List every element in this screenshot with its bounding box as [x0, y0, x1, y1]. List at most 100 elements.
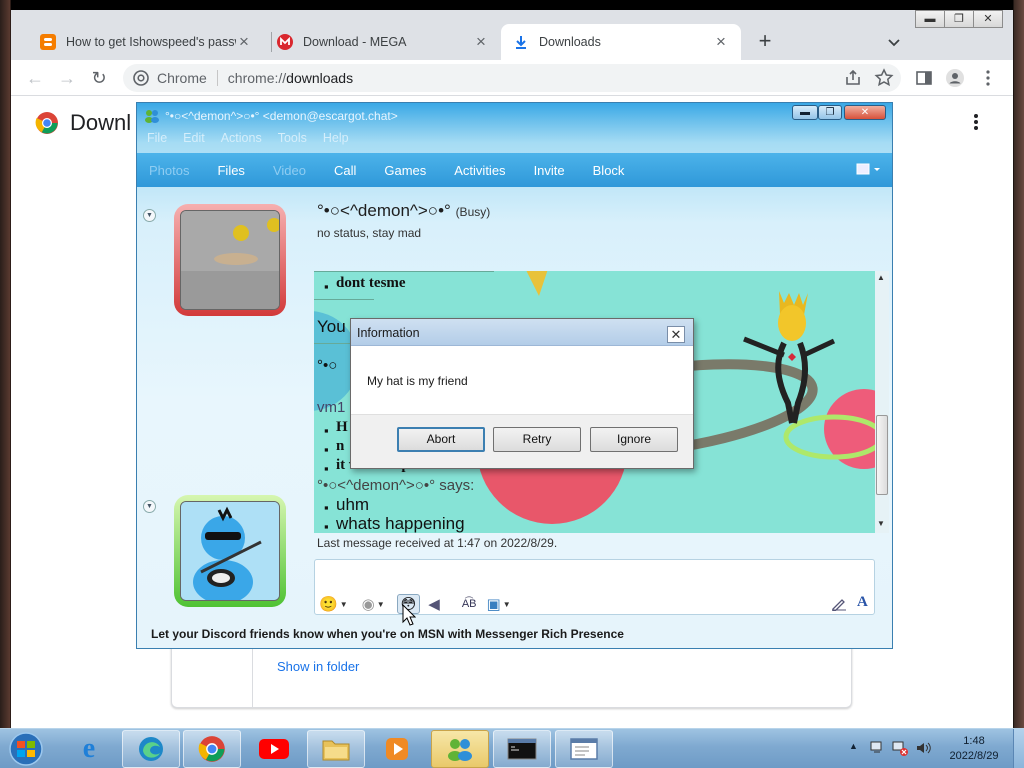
maximize-button[interactable]: ❐: [818, 105, 842, 120]
tab-close-icon[interactable]: ×: [473, 33, 489, 50]
conversation-scrollbar[interactable]: ▲ ▼: [875, 271, 889, 533]
abort-button[interactable]: Abort: [397, 427, 485, 452]
retry-button[interactable]: Retry: [493, 427, 581, 452]
menu-help[interactable]: Help: [323, 131, 349, 153]
taskbar-media-player[interactable]: [368, 730, 426, 768]
menu-edit[interactable]: Edit: [183, 131, 205, 153]
font-icon[interactable]: A: [857, 594, 868, 611]
url-text: chrome://downloads: [227, 70, 354, 86]
wink-picker[interactable]: ◉ ▼: [362, 594, 385, 614]
clock[interactable]: 1:48 2022/8/29: [938, 734, 1010, 764]
message-separator: [314, 299, 374, 300]
toolbar-block[interactable]: Block: [593, 163, 625, 178]
message-sender: °•○: [317, 357, 338, 374]
chrome-logo-icon: [35, 112, 58, 134]
show-in-folder-link[interactable]: Show in folder: [277, 659, 359, 674]
contact-name: °•○<^demon^>○•° (Busy): [317, 201, 491, 220]
contact-avatar[interactable]: [174, 204, 286, 316]
scroll-down-icon[interactable]: ▼: [877, 519, 885, 528]
action-center-icon[interactable]: [869, 740, 887, 756]
menu-tools[interactable]: Tools: [278, 131, 307, 153]
toolbar-call[interactable]: Call: [334, 163, 356, 178]
side-panel-icon[interactable]: [914, 68, 934, 88]
taskbar-explorer[interactable]: [307, 730, 365, 768]
scrollbar-thumb[interactable]: [876, 415, 888, 495]
toolbar-activities[interactable]: Activities: [454, 163, 505, 178]
my-avatar[interactable]: [174, 495, 286, 607]
close-button[interactable]: ✕: [844, 105, 886, 120]
spellcheck-button[interactable]: A͡B: [462, 594, 477, 614]
contact-avatar-image: [180, 210, 280, 310]
contact-presence: (Busy): [455, 205, 491, 219]
emoticon-picker[interactable]: 🙂 ▼: [319, 594, 348, 614]
handwriting-icon[interactable]: [831, 595, 847, 611]
window-title: °•○<^demon^>○•° <demon@escargot.chat>: [165, 109, 398, 123]
download-icon: [516, 36, 526, 49]
download-item-icon-column: [172, 642, 253, 708]
dialog-message: My hat is my friend: [367, 374, 468, 388]
message-line: whats happening: [336, 514, 465, 533]
message-separator: [314, 271, 494, 272]
network-disconnected-icon[interactable]: [891, 739, 909, 757]
bookmark-star-icon[interactable]: [874, 68, 894, 88]
tab-close-icon[interactable]: ×: [236, 33, 252, 50]
back-arrow-icon[interactable]: ←: [25, 68, 45, 88]
toolbar-games[interactable]: Games: [384, 163, 426, 178]
profile-avatar-icon[interactable]: [945, 68, 965, 88]
scroll-up-icon[interactable]: ▲: [877, 273, 885, 282]
voice-clip-button[interactable]: ◀: [428, 594, 440, 614]
show-desktop-button[interactable]: [1013, 729, 1024, 768]
collapse-my-picture-icon[interactable]: ▼: [143, 500, 156, 513]
display-options-icon[interactable]: [856, 162, 882, 178]
start-button[interactable]: [4, 731, 48, 767]
dialog-title: Information: [357, 326, 420, 340]
tab-downloads[interactable]: Downloads ×: [501, 24, 741, 60]
page-title: Downl: [70, 110, 132, 135]
taskbar-chrome[interactable]: [183, 730, 241, 768]
clock-date: 2022/8/29: [949, 750, 999, 762]
address-bar[interactable]: Chrome chrome://downloads: [123, 64, 901, 92]
kebab-menu-icon[interactable]: [978, 68, 998, 88]
page-menu-icon[interactable]: [966, 112, 986, 132]
information-dialog: Information ✕ My hat is my friend Abort …: [350, 318, 694, 469]
toolbar-photos: Photos: [149, 162, 190, 178]
close-button[interactable]: ✕: [973, 10, 1003, 28]
taskbar-command-prompt[interactable]: [493, 730, 551, 768]
chevron-down-icon[interactable]: [884, 32, 904, 52]
minimize-button[interactable]: ▬: [915, 10, 945, 28]
tab-mega[interactable]: Download - MEGA ×: [265, 24, 501, 60]
message-separator: [314, 343, 354, 344]
menu-actions[interactable]: Actions: [221, 131, 262, 153]
promo-banner[interactable]: Let your Discord friends know when you'r…: [151, 627, 624, 641]
tab-close-icon[interactable]: ×: [713, 33, 729, 50]
menu-file[interactable]: File: [147, 131, 167, 153]
taskbar-edge[interactable]: [122, 730, 180, 768]
collapse-contact-picture-icon[interactable]: ▼: [143, 209, 156, 222]
show-hidden-icons-icon[interactable]: ▲: [849, 741, 858, 751]
blogger-icon: [40, 34, 56, 50]
taskbar-internet-explorer[interactable]: e: [60, 730, 118, 768]
internet-explorer-icon: e: [82, 733, 96, 764]
forward-arrow-icon[interactable]: →: [57, 68, 77, 88]
dialog-close-icon[interactable]: ✕: [667, 326, 685, 343]
minimize-button[interactable]: ▬: [792, 105, 818, 120]
volume-icon[interactable]: [915, 740, 933, 756]
tab-blogger[interactable]: How to get Ishowspeed's passwo ×: [28, 24, 264, 60]
share-icon[interactable]: [843, 68, 863, 88]
background-icon: ▣: [486, 596, 501, 613]
background-picker[interactable]: ▣ ▼: [487, 594, 511, 614]
command-prompt-icon: [507, 738, 537, 760]
windows-taskbar: e ▲ 1:48 2022/8/29: [0, 728, 1024, 768]
ignore-button[interactable]: Ignore: [590, 427, 678, 452]
new-tab-icon[interactable]: +: [753, 30, 777, 54]
tab-title: Downloads: [539, 35, 601, 49]
maximize-button[interactable]: ❐: [944, 10, 974, 28]
reload-icon[interactable]: ↻: [89, 68, 109, 88]
taskbar-window[interactable]: [555, 730, 613, 768]
taskbar-youtube[interactable]: [245, 730, 303, 768]
taskbar-messenger[interactable]: [431, 730, 489, 768]
toolbar-invite[interactable]: Invite: [534, 163, 565, 178]
tab-strip: How to get Ishowspeed's passwo × Downloa…: [11, 10, 1013, 60]
toolbar-files[interactable]: Files: [217, 163, 244, 178]
tab-title: Download - MEGA: [303, 35, 407, 49]
